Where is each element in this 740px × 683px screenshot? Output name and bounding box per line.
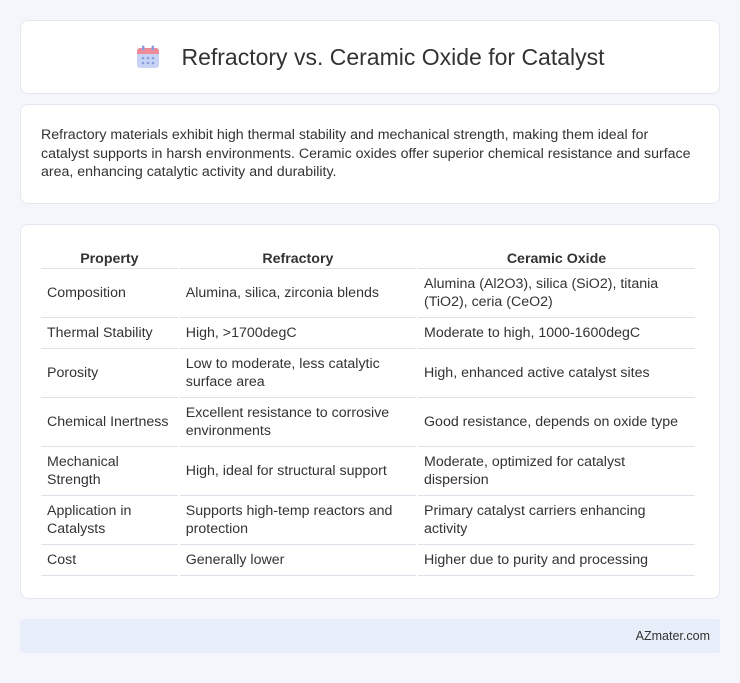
cell-property: Porosity [41,349,178,398]
cell-property: Thermal Stability [41,318,178,349]
cell-property: Chemical Inertness [41,398,178,447]
page-title: Refractory vs. Ceramic Oxide for Catalys… [181,43,605,70]
cell-ceramic-oxide: Alumina (Al2O3), silica (SiO2), titania … [418,269,695,318]
table-row: Application in Catalysts Supports high-t… [41,496,695,545]
cell-refractory: Low to moderate, less catalytic surface … [179,349,417,398]
header-ceramic-oxide: Ceramic Oxide [418,245,695,269]
cell-refractory: Generally lower [179,545,417,576]
cell-ceramic-oxide: Moderate to high, 1000-1600degC [418,318,695,349]
cell-refractory: Excellent resistance to corrosive enviro… [179,398,417,447]
cell-property: Mechanical Strength [41,447,178,496]
comparison-table: Property Refractory Ceramic Oxide Compos… [39,245,697,576]
cell-refractory: High, ideal for structural support [179,447,417,496]
cell-refractory: High, >1700degC [179,318,417,349]
header-refractory: Refractory [179,245,417,269]
intro-card: Refractory materials exhibit high therma… [20,104,720,204]
cell-property: Composition [41,269,178,318]
cell-ceramic-oxide: High, enhanced active catalyst sites [418,349,695,398]
footer-bar: AZmater.com [20,619,720,653]
calendar-icon [135,44,161,70]
intro-paragraph: Refractory materials exhibit high therma… [41,127,691,180]
table-row: Thermal Stability High, >1700degC Modera… [41,318,695,349]
table-header-row: Property Refractory Ceramic Oxide [41,245,695,269]
cell-ceramic-oxide: Higher due to purity and processing [418,545,695,576]
table-row: Composition Alumina, silica, zirconia bl… [41,269,695,318]
table-row: Porosity Low to moderate, less catalytic… [41,349,695,398]
cell-property: Cost [41,545,178,576]
cell-ceramic-oxide: Primary catalyst carriers enhancing acti… [418,496,695,545]
cell-property: Application in Catalysts [41,496,178,545]
footer-brand: AZmater.com [635,629,710,643]
cell-refractory: Supports high-temp reactors and protecti… [179,496,417,545]
comparison-table-card: Property Refractory Ceramic Oxide Compos… [20,224,720,599]
cell-ceramic-oxide: Moderate, optimized for catalyst dispers… [418,447,695,496]
table-row: Chemical Inertness Excellent resistance … [41,398,695,447]
table-row: Cost Generally lower Higher due to purit… [41,545,695,576]
cell-refractory: Alumina, silica, zirconia blends [179,269,417,318]
title-card: Refractory vs. Ceramic Oxide for Catalys… [20,20,720,94]
header-property: Property [41,245,178,269]
cell-ceramic-oxide: Good resistance, depends on oxide type [418,398,695,447]
table-row: Mechanical Strength High, ideal for stru… [41,447,695,496]
